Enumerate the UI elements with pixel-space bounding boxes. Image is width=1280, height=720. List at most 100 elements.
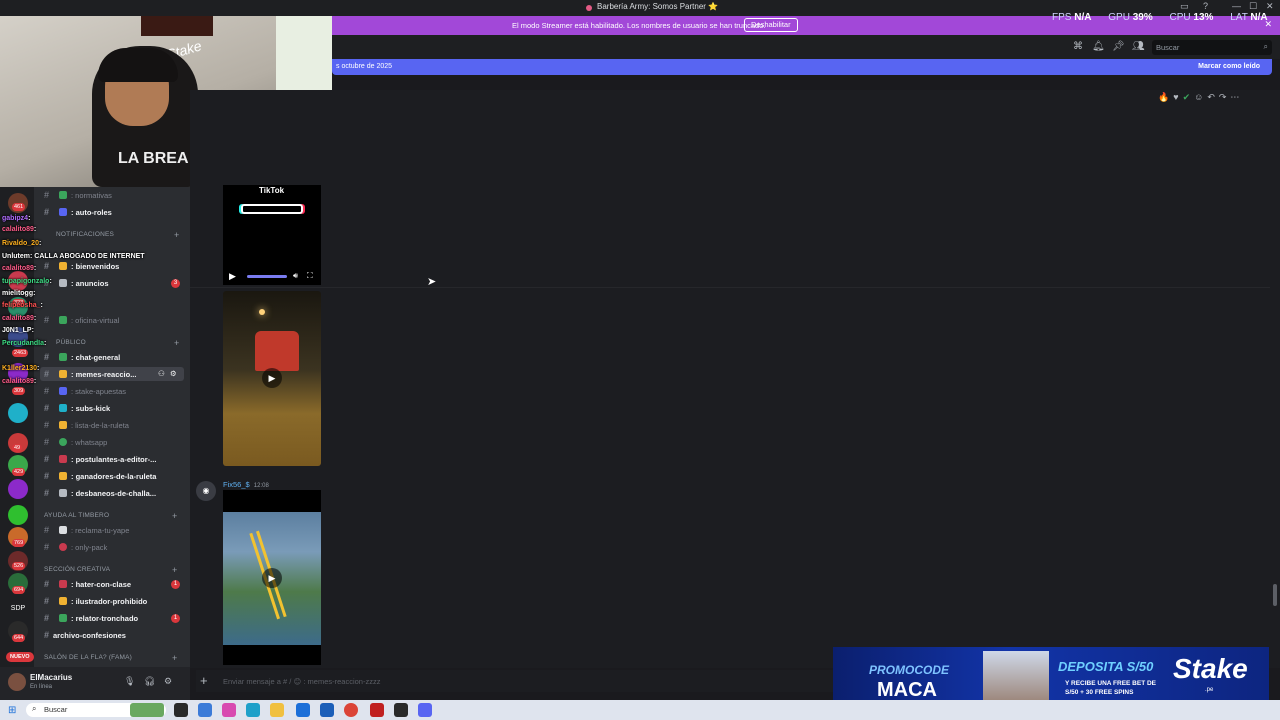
category-creativa[interactable]: SECCIÓN CREATIVA +	[44, 565, 177, 575]
channel-bienvenidos[interactable]: #: bienvenidos	[44, 259, 119, 273]
category-ayuda[interactable]: AYUDA AL TIMBERO +	[44, 511, 177, 521]
server-badge: 644	[12, 634, 26, 642]
channel-normativas[interactable]: #: normativas	[44, 188, 112, 202]
channel-lista-de-la-ruleta[interactable]: #: lista-de-la-ruleta	[44, 418, 129, 432]
channel-only-pack[interactable]: #: only-pack	[44, 540, 107, 554]
close-button[interactable]: ✕	[1266, 1, 1274, 12]
members-icon[interactable]: 👥︎	[1132, 41, 1145, 53]
add-channel-icon[interactable]: +	[174, 338, 179, 348]
search-input[interactable]: Buscar ⌕	[1152, 40, 1272, 55]
lock-icon	[59, 421, 68, 429]
channel-postulantes-a-editor[interactable]: #: postulantes-a-editor-...	[44, 452, 156, 466]
windows-start-icon[interactable]: ⊞	[8, 705, 16, 716]
reply-icon[interactable]: ↶	[1207, 92, 1219, 102]
microphone-icon[interactable]: 🎙︎	[124, 676, 135, 687]
taskview-icon[interactable]	[174, 703, 188, 717]
mark-as-read-button[interactable]: Marcar como leído	[1198, 63, 1260, 70]
taskbar-widget-icon[interactable]	[130, 703, 164, 717]
video-attachment[interactable]: ▶	[223, 490, 321, 665]
volume-icon[interactable]: 🔊︎	[293, 271, 298, 281]
settings-gear-icon[interactable]: ⚙	[164, 676, 172, 687]
composer-placeholder: Enviar mensaje a # / 😊 : memes-reaccion-…	[223, 677, 381, 686]
author-name[interactable]: Fix56_$	[223, 480, 250, 489]
sdp-server[interactable]: SDP	[8, 599, 28, 619]
server-icon[interactable]	[8, 505, 28, 525]
message-author[interactable]: Fix56_$ 12:08	[223, 480, 269, 489]
app-icon[interactable]	[370, 703, 384, 717]
message-actions[interactable]: 🔥♥✔☺↶↷⋯	[1158, 92, 1243, 103]
new-messages-bar[interactable]: s octubre de 2025 Marcar como leído	[332, 59, 1272, 75]
server-badge: 429	[12, 468, 26, 476]
channel-anuncios[interactable]: #: anuncios	[44, 276, 109, 290]
channel-whatsapp[interactable]: #: whatsapp	[44, 435, 107, 449]
channel-desbaneos-de-challa[interactable]: #: desbaneos-de-challa...	[44, 486, 156, 500]
hash-icon: #	[44, 369, 50, 379]
bell-icon[interactable]: 🔔︎	[1092, 41, 1105, 53]
channel-oficina-virtual[interactable]: #: oficina-virtual	[44, 313, 119, 327]
add-channel-icon[interactable]: +	[172, 653, 177, 663]
add-channel-icon[interactable]: +	[174, 230, 179, 240]
maximize-button[interactable]: ☐	[1249, 1, 1257, 12]
store-icon[interactable]	[296, 703, 310, 717]
inbox-icon[interactable]: ▭	[1180, 1, 1189, 12]
channel-ilustrador-prohibido[interactable]: #: ilustrador-prohibido	[44, 594, 147, 608]
forward-icon[interactable]: ↷	[1219, 92, 1231, 102]
category-notificaciones[interactable]: NOTIFICACIONES +	[56, 230, 179, 240]
discord-avatar[interactable]: ◉	[196, 481, 216, 501]
help-icon[interactable]: ?	[1203, 1, 1208, 11]
video-attachment[interactable]: ▶	[223, 291, 321, 466]
category-salon[interactable]: SALÓN DE LA FLA? (FAMA) +	[44, 653, 177, 663]
add-channel-icon[interactable]: +	[172, 565, 177, 575]
channel-ganadores-de-la-ruleta[interactable]: #: ganadores-de-la-ruleta	[44, 469, 156, 483]
user-name[interactable]: ElMacarius	[30, 673, 72, 682]
attach-plus-icon[interactable]: +	[200, 673, 208, 688]
channel-chat-general[interactable]: #: chat-general	[44, 350, 120, 364]
chat-line: Rivaldo_20:	[2, 240, 42, 247]
play-icon[interactable]: ▶	[262, 368, 282, 388]
invite-icon[interactable]: ⚇	[158, 367, 165, 381]
message-list: 🔥♥✔☺↶↷⋯	[190, 90, 1280, 668]
channel-stake-apuestas[interactable]: #: stake-apuestas	[44, 384, 126, 398]
explorer-folder-icon[interactable]	[270, 703, 284, 717]
channel-hater-con-clase[interactable]: #: hater-con-clase	[44, 577, 131, 591]
copilot-icon[interactable]	[222, 703, 236, 717]
more-icon[interactable]: ⋯	[1230, 92, 1243, 102]
gear-icon[interactable]: ⚙	[170, 367, 177, 381]
server-icon[interactable]	[8, 403, 28, 423]
channel-memes-reaccion[interactable]: #: memes-reaccio... ⚇ ⚙	[40, 367, 184, 381]
fullscreen-icon[interactable]: ⛶	[307, 271, 313, 281]
headphones-icon[interactable]: 🎧︎	[144, 676, 155, 687]
category-publico[interactable]: PÚBLICO +	[56, 338, 179, 348]
pin-icon[interactable]: 📌︎	[1112, 41, 1125, 53]
disable-streamer-button[interactable]: Deshabilitar	[744, 18, 798, 32]
check-reaction-icon[interactable]: ✔	[1183, 92, 1195, 102]
channel-subs-kick[interactable]: #: subs-kick	[44, 401, 110, 415]
scrollbar-thumb[interactable]	[1273, 584, 1277, 606]
minimize-button[interactable]: —	[1232, 1, 1241, 11]
channel-archivo-confesiones[interactable]: # archivo-confesiones	[44, 628, 126, 642]
play-icon[interactable]: ▶	[262, 568, 282, 588]
chat-line: PercudandIa:	[2, 340, 47, 347]
file-explorer-icon[interactable]	[198, 703, 212, 717]
gpu-value: 39%	[1132, 12, 1153, 23]
add-reaction-icon[interactable]: ☺	[1194, 92, 1207, 102]
chrome-icon[interactable]	[344, 703, 358, 717]
fire-reaction-icon[interactable]: 🔥	[1158, 92, 1173, 102]
app-icon[interactable]	[394, 703, 408, 717]
avatar[interactable]	[8, 673, 26, 691]
channel-relator-tronchado[interactable]: #: relator-tronchado	[44, 611, 138, 625]
threads-icon[interactable]: ⌘	[1072, 41, 1084, 53]
heart-reaction-icon[interactable]: ♥	[1173, 92, 1182, 102]
discord-icon[interactable]	[418, 703, 432, 717]
play-icon[interactable]: ▶	[229, 271, 236, 282]
server-icon[interactable]	[8, 479, 28, 499]
add-channel-icon[interactable]: +	[172, 511, 177, 521]
video-progress-slider[interactable]	[247, 275, 287, 278]
channel-auto-roles[interactable]: #: auto-roles	[44, 205, 112, 219]
tiktok-video-player[interactable]: TikTok ▶ 🔊︎ ⛶	[223, 185, 321, 285]
edge-icon[interactable]	[246, 703, 260, 717]
outlook-icon[interactable]	[320, 703, 334, 717]
channel-reclama-tu-yape[interactable]: #: reclama-tu-yape	[44, 523, 129, 537]
message-composer[interactable]: + Enviar mensaje a # / 😊 : memes-reaccio…	[196, 670, 836, 692]
channel-icon	[59, 370, 68, 378]
